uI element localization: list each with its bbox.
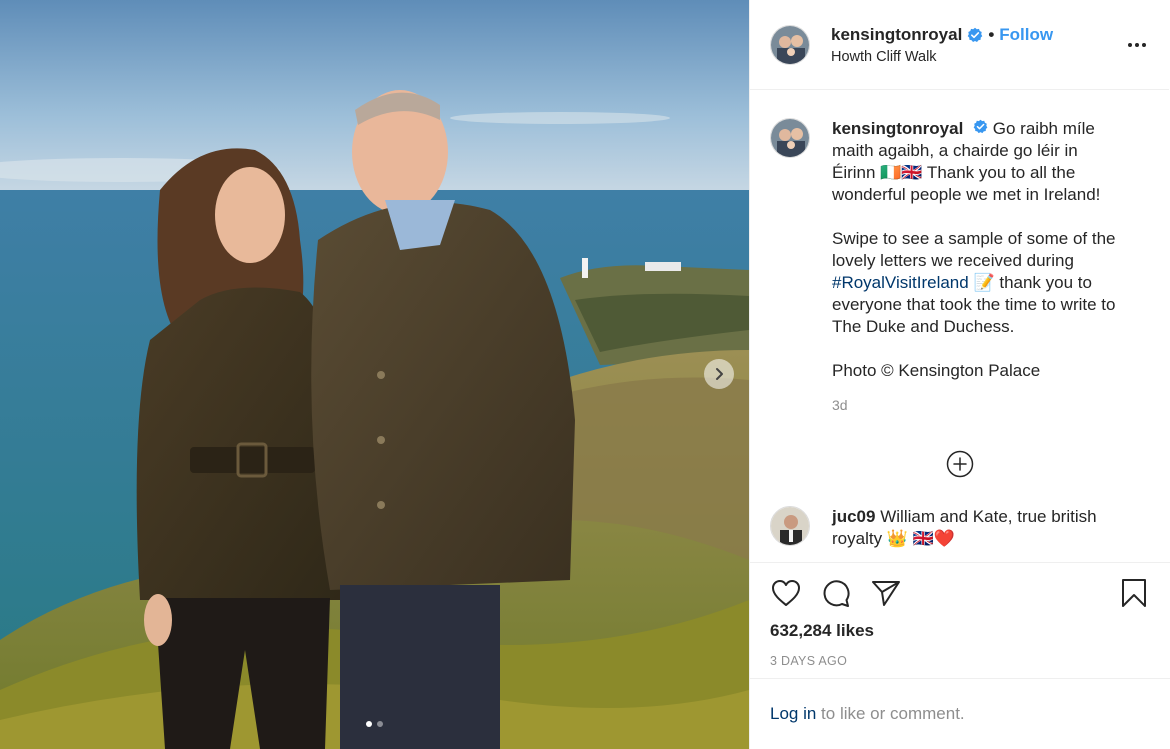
likes-count[interactable]: 632,284 likes bbox=[750, 609, 1170, 641]
caption-avatar[interactable] bbox=[770, 118, 810, 158]
location-link[interactable]: Howth Cliff Walk bbox=[831, 49, 1125, 65]
plus-circle-icon bbox=[946, 450, 974, 478]
more-options-button[interactable] bbox=[1125, 33, 1149, 57]
paper-plane-icon bbox=[872, 581, 900, 606]
avatar[interactable] bbox=[770, 24, 810, 65]
action-bar bbox=[750, 563, 1170, 609]
avatar-image bbox=[771, 119, 809, 157]
separator-dot: • bbox=[988, 24, 995, 44]
hashtag-link[interactable]: #RoyalVisitIreland bbox=[832, 273, 969, 292]
comment-bubble-icon bbox=[823, 580, 850, 607]
login-prompt-text: to like or comment. bbox=[816, 704, 965, 723]
more-options-icon bbox=[1128, 42, 1146, 47]
comment-text: juc09 William and Kate, true british roy… bbox=[832, 506, 1132, 550]
post-header: kensingtonroyal • Follow Howth Cliff Wal… bbox=[750, 0, 1169, 90]
engagement-section: 632,284 likes 3 DAYS AGO bbox=[750, 562, 1170, 668]
caption-username[interactable]: kensingtonroyal bbox=[832, 119, 963, 138]
photo-scene bbox=[0, 0, 749, 749]
carousel-next-button[interactable] bbox=[704, 359, 734, 389]
commenter-avatar[interactable] bbox=[770, 506, 810, 546]
post-caption: kensingtonroyal Go raibh míle maith agai… bbox=[750, 90, 1170, 416]
caption-text: kensingtonroyal Go raibh míle maith agai… bbox=[832, 118, 1122, 416]
share-button[interactable] bbox=[870, 577, 902, 609]
save-button[interactable] bbox=[1118, 577, 1150, 609]
verified-badge-icon bbox=[967, 27, 983, 43]
comments-scroll-area[interactable]: kensingtonroyal Go raibh míle maith agai… bbox=[750, 90, 1170, 562]
comment-button[interactable] bbox=[820, 577, 852, 609]
follow-button[interactable]: Follow bbox=[999, 25, 1053, 45]
carousel-dot-2 bbox=[377, 721, 383, 727]
author-username[interactable]: kensingtonroyal bbox=[831, 25, 962, 45]
bookmark-icon bbox=[1122, 579, 1146, 607]
chevron-right-icon bbox=[716, 368, 723, 380]
login-link[interactable]: Log in bbox=[770, 704, 816, 724]
like-button[interactable] bbox=[770, 577, 802, 609]
carousel-indicator bbox=[0, 721, 749, 727]
avatar-image bbox=[771, 507, 809, 545]
comment-item: juc09 William and Kate, true british roy… bbox=[750, 478, 1170, 550]
commenter-username[interactable]: juc09 bbox=[832, 507, 875, 526]
post-photo[interactable] bbox=[0, 0, 749, 749]
load-more-comments[interactable] bbox=[750, 450, 1170, 478]
avatar-image bbox=[771, 25, 809, 64]
instagram-post: kensingtonroyal • Follow Howth Cliff Wal… bbox=[0, 0, 1170, 749]
login-prompt: Log in to like or comment. bbox=[750, 678, 1170, 749]
heart-icon bbox=[772, 580, 800, 606]
post-timestamp[interactable]: 3 DAYS AGO bbox=[750, 641, 1170, 668]
post-side-panel: kensingtonroyal • Follow Howth Cliff Wal… bbox=[749, 0, 1170, 749]
carousel-dot-1 bbox=[366, 721, 372, 727]
caption-age[interactable]: 3d bbox=[832, 394, 1122, 416]
post-header-info: kensingtonroyal • Follow Howth Cliff Wal… bbox=[831, 25, 1125, 65]
caption-photo-credit: Photo © Kensington Palace bbox=[832, 361, 1041, 380]
caption-paragraph-2-start: Swipe to see a sample of some of the lov… bbox=[832, 229, 1116, 270]
verified-badge-icon bbox=[973, 119, 988, 134]
